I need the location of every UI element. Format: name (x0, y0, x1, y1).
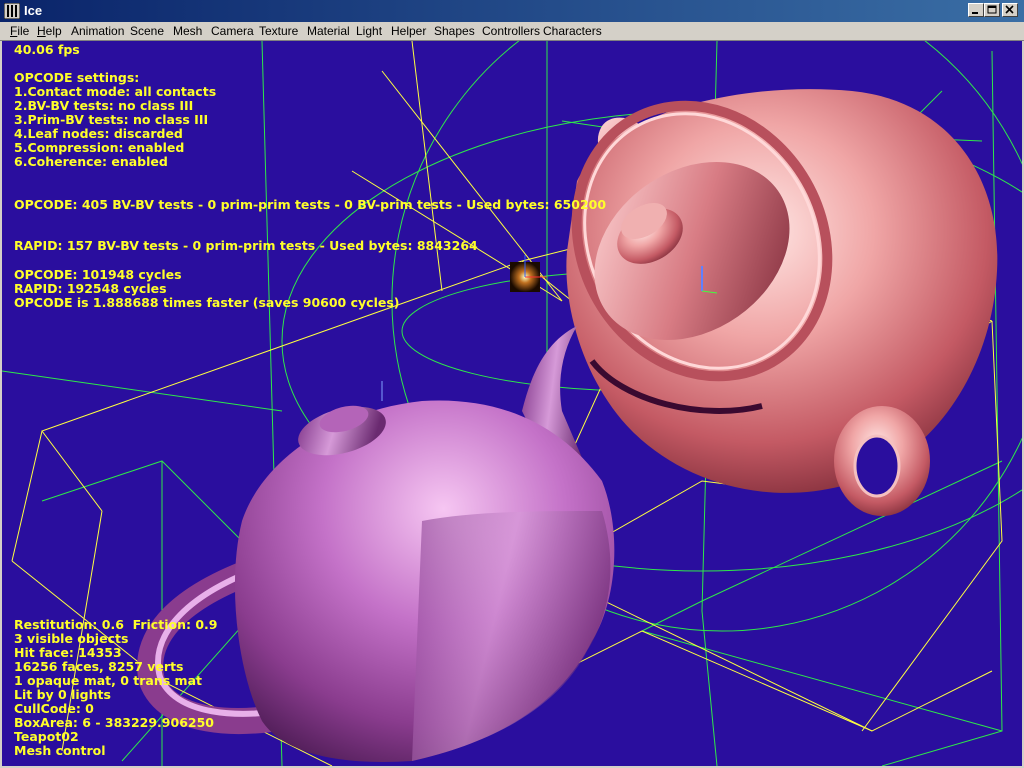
opcode-cycles-stat: OPCODE: 101948 cycles (14, 267, 182, 282)
menu-shapes[interactable]: Shapes (434, 24, 475, 38)
speed-comparison: OPCODE is 1.888688 times faster (saves 9… (14, 295, 400, 310)
title-bar: Ice (0, 0, 1024, 22)
control-mode: Mesh control (14, 743, 106, 758)
fps-counter: 40.06 fps (14, 42, 80, 57)
selected-object-name: Teapot02 (14, 729, 79, 744)
setting-line: 6.Coherence: enabled (14, 154, 168, 169)
maximize-icon (987, 5, 997, 14)
close-button[interactable] (1002, 3, 1018, 17)
menu-camera[interactable]: Camera (211, 24, 254, 38)
cull-code: CullCode: 0 (14, 701, 94, 716)
minimize-button[interactable] (968, 3, 984, 17)
menu-helper[interactable]: Helper (391, 24, 426, 38)
setting-line: 5.Compression: enabled (14, 140, 185, 155)
setting-line: 1.Contact mode: all contacts (14, 84, 217, 99)
red-teapot (566, 89, 998, 516)
menu-characters[interactable]: Characters (543, 24, 602, 38)
menu-texture[interactable]: Texture (259, 24, 298, 38)
3d-viewport[interactable]: 40.06 fps OPCODE settings: 1.Contact mod… (2, 41, 1022, 766)
menu-scene[interactable]: Scene (130, 24, 164, 38)
rapid-tests-stat: RAPID: 157 BV-BV tests - 0 prim-prim tes… (14, 238, 478, 253)
material-stats: 1 opaque mat, 0 trans mat (14, 673, 202, 688)
menu-file[interactable]: File (10, 24, 29, 38)
hit-face: Hit face: 14353 (14, 645, 122, 660)
setting-line: 3.Prim-BV tests: no class III (14, 112, 209, 127)
visible-objects: 3 visible objects (14, 631, 129, 646)
menu-material[interactable]: Material (307, 24, 350, 38)
setting-line: 2.BV-BV tests: no class III (14, 98, 194, 113)
menu-bar: File Help Animation Scene Mesh Camera Te… (0, 22, 1024, 41)
light-stats: Lit by 0 lights (14, 687, 111, 702)
menu-help[interactable]: Help (37, 24, 62, 38)
menu-animation[interactable]: Animation (71, 24, 124, 38)
window-title: Ice (24, 3, 43, 18)
app-icon (4, 3, 20, 19)
mesh-stats: 16256 faces, 8257 verts (14, 659, 184, 674)
box-area: BoxArea: 6 - 383229.906250 (14, 715, 214, 730)
menu-light[interactable]: Light (356, 24, 382, 38)
rapid-cycles-stat: RAPID: 192548 cycles (14, 281, 167, 296)
maximize-button[interactable] (984, 3, 1000, 17)
menu-mesh[interactable]: Mesh (173, 24, 202, 38)
opcode-tests-stat: OPCODE: 405 BV-BV tests - 0 prim-prim te… (14, 197, 607, 212)
close-icon (1005, 5, 1014, 14)
menu-controllers[interactable]: Controllers (482, 24, 540, 38)
setting-line: 4.Leaf nodes: discarded (14, 126, 183, 141)
opcode-settings-title: OPCODE settings: (14, 70, 140, 85)
minimize-icon (972, 12, 978, 14)
physics-params: Restitution: 0.6 Friction: 0.9 (14, 617, 218, 632)
